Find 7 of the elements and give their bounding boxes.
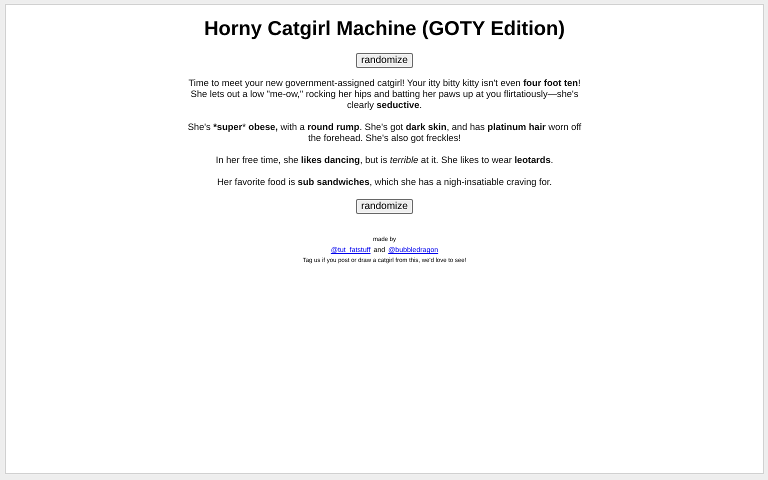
description-paragraph: Her favorite food is sub sandwiches, which she has a nigh-insatiable craving for. xyxy=(216,177,553,188)
description-paragraph: Time to meet your new government-assigned catgirl! Your itty bitty kitty isn't even four foot ten! She lets out a low "me-ow," rocking her hips and batting her paws up at you flirtatiously—she's clearly seductive. xyxy=(187,78,582,111)
description-paragraph: She's *super* obese, with a round rump. She's got dark skin, and has platinum hair worn off the forehead. She's also got freckles! xyxy=(186,122,582,144)
description-paragraph: In her free time, she likes dancing, but is terrible at it. She likes to wear leotards. xyxy=(214,155,554,166)
page-title: Horny Catgirl Machine (GOTY Edition) xyxy=(204,18,565,41)
randomize-button[interactable]: randomize xyxy=(356,199,413,214)
randomize-button[interactable]: randomize xyxy=(356,53,413,68)
